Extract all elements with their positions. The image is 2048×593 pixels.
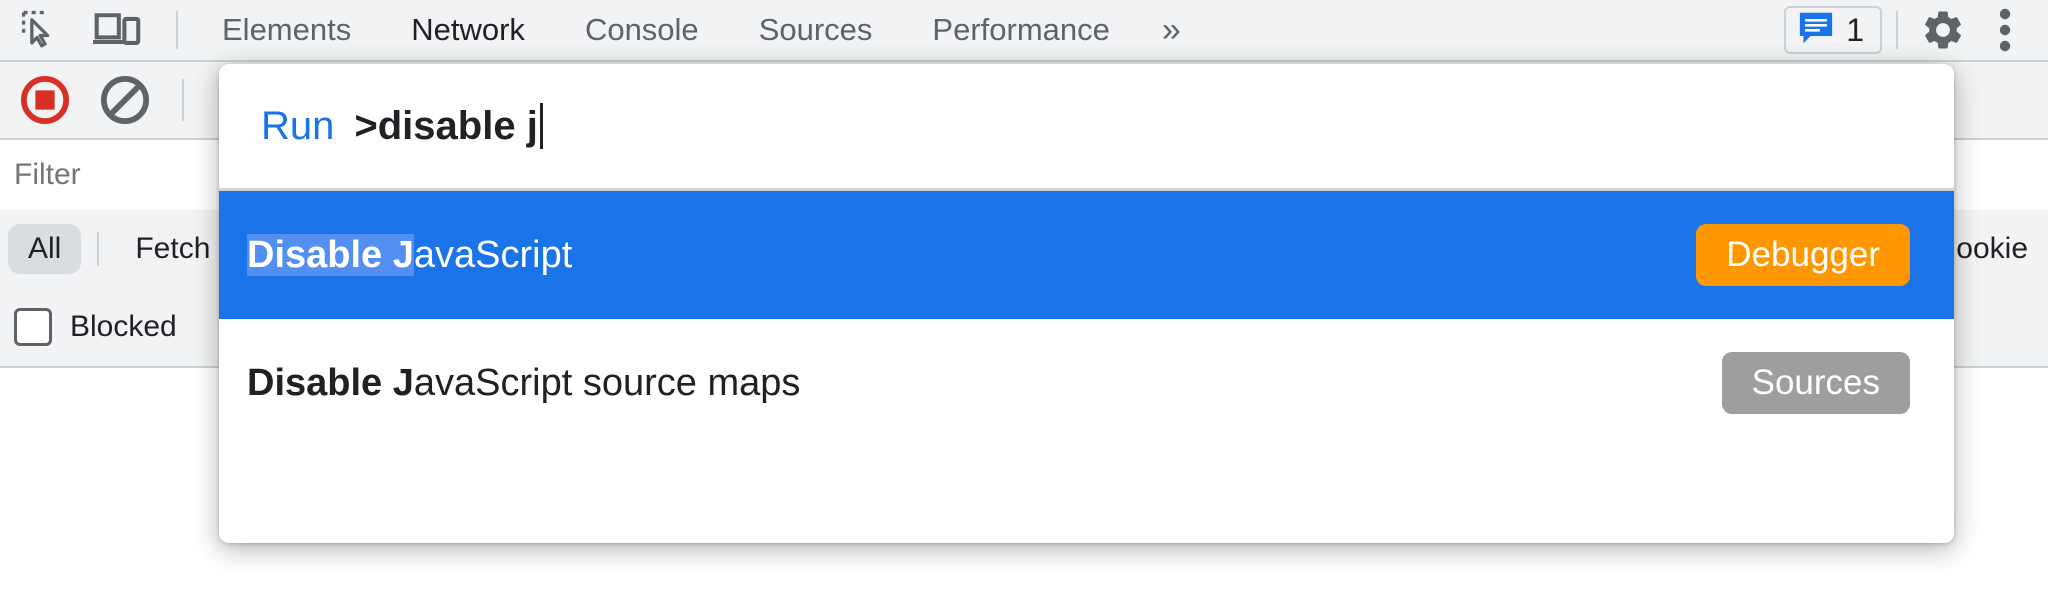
more-tabs-icon[interactable]: » [1140, 0, 1200, 61]
palette-footer [219, 447, 1954, 543]
device-toolbar-icon[interactable] [86, 2, 148, 58]
command-palette-input-row[interactable]: Run >disable j [219, 64, 1954, 188]
vertical-dots-icon[interactable] [1974, 2, 2036, 58]
inspect-element-icon[interactable] [10, 2, 72, 58]
tab-network[interactable]: Network [381, 0, 555, 61]
tab-sources[interactable]: Sources [729, 0, 903, 61]
tab-elements[interactable]: Elements [192, 0, 381, 61]
clear-network-icon[interactable] [94, 72, 156, 128]
console-messages-button[interactable]: 1 [1784, 6, 1882, 54]
suggestion-match-text: Disable J [247, 233, 414, 276]
suggestion-rest-text: avaScript [413, 233, 573, 276]
suggestion-rest-text: avaScript source maps [413, 361, 801, 404]
suggestion-label: Disable JavaScript source maps [247, 362, 800, 405]
suggestion-badge-sources: Sources [1721, 352, 1910, 414]
run-mode-label: Run [261, 103, 335, 148]
tab-console[interactable]: Console [555, 0, 729, 61]
tabbar-right-icons: 1 [1784, 2, 2048, 58]
network-toolbar-divider [182, 79, 184, 121]
type-filter-all[interactable]: All [8, 224, 82, 274]
console-message-icon [1798, 11, 1834, 50]
command-palette-query: >disable j [354, 103, 538, 148]
gear-icon[interactable] [1912, 2, 1974, 58]
type-filter-fetch[interactable]: Fetch [115, 224, 230, 274]
suggestion-match-text: Disable J [247, 361, 414, 404]
tabbar-left-icons [0, 2, 192, 58]
panel-tabs: Elements Network Console Sources Perform… [192, 0, 1200, 61]
tabbar-divider [176, 11, 178, 49]
devtools-tabbar: Elements Network Console Sources Perform… [0, 0, 2048, 62]
palette-suggestion-disable-javascript-source-maps[interactable]: Disable JavaScript source maps Sources [219, 319, 1954, 447]
console-message-count: 1 [1846, 12, 1864, 48]
text-caret [539, 103, 543, 149]
command-palette-dialog: Run >disable j Disable JavaScript Debugg… [219, 64, 1954, 543]
blocked-requests-label[interactable]: Blocked [70, 310, 177, 344]
devtools-window: Elements Network Console Sources Perform… [0, 0, 2048, 593]
record-stop-icon[interactable] [14, 72, 76, 128]
suggestion-label: Disable JavaScript [247, 233, 573, 277]
tab-performance[interactable]: Performance [902, 0, 1139, 61]
type-filter-divider [97, 232, 100, 266]
suggestion-badge-debugger: Debugger [1696, 224, 1910, 286]
blocked-requests-checkbox[interactable] [14, 308, 52, 346]
tabbar-divider-right [1896, 11, 1898, 49]
palette-suggestion-disable-javascript[interactable]: Disable JavaScript Debugger [219, 191, 1954, 319]
